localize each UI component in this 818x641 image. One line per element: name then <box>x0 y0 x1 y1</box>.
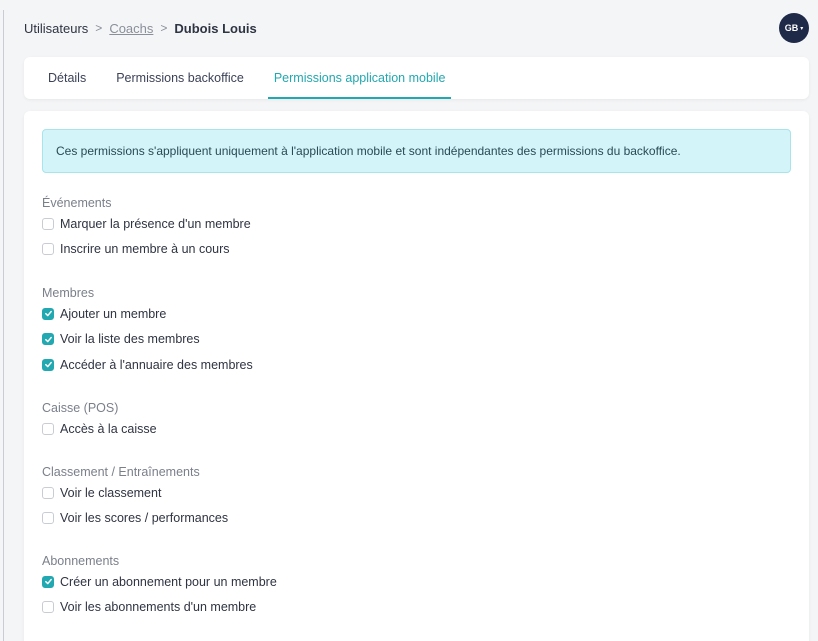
info-notice-text: Ces permissions s'appliquent uniquement … <box>56 144 681 158</box>
section-title: Caisse (POS) <box>42 401 119 415</box>
permission-label: Ajouter un membre <box>60 306 167 321</box>
permission-item[interactable]: Voir les scores / performances <box>42 506 228 532</box>
permission-item[interactable]: Marquer la présence d'un membre <box>42 211 251 237</box>
permission-item[interactable]: Accès à la caisse <box>42 416 157 442</box>
breadcrumb-current: Dubois Louis <box>174 20 257 36</box>
permission-checkbox[interactable] <box>42 217 54 230</box>
section-title: Abonnements <box>42 554 120 568</box>
user-avatar-menu[interactable]: GB ▾ <box>779 13 809 43</box>
check-icon <box>44 579 52 585</box>
permissions-panel: Ces permissions s'appliquent uniquement … <box>24 111 809 641</box>
permission-checkbox[interactable] <box>42 307 54 320</box>
permission-label: Voir les scores / performances <box>60 511 229 526</box>
permission-label: Voir la liste des membres <box>60 332 200 347</box>
tab-bar: Détails Permissions backoffice Permissio… <box>24 57 809 99</box>
breadcrumb-coachs-link[interactable]: Coachs <box>109 21 153 36</box>
header: Utilisateurs > Coachs > Dubois Louis GB … <box>24 0 818 56</box>
avatar-initials: GB <box>784 23 799 33</box>
permission-item[interactable]: Créer un abonnement pour un membre <box>42 569 277 595</box>
left-divider <box>3 10 4 641</box>
permission-label: Accès à la caisse <box>60 421 157 436</box>
permission-checkbox[interactable] <box>42 512 54 525</box>
section-title: Classement / Entraînements <box>42 465 200 479</box>
permission-checkbox[interactable] <box>42 422 54 435</box>
permission-item[interactable]: Voir les abonnements d'un membre <box>42 595 277 621</box>
section-abonnements: Abonnements Créer un abonnement pour un … <box>42 553 277 620</box>
permission-label: Voir les abonnements d'un membre <box>60 600 257 615</box>
chevron-down-icon: ▾ <box>800 25 804 32</box>
tab-permissions-backoffice[interactable]: Permissions backoffice <box>110 57 250 99</box>
section-title: Membres <box>42 286 95 300</box>
section-membres: Membres Ajouter un membre Voir la liste … <box>42 285 253 378</box>
permission-checkbox[interactable] <box>42 358 54 371</box>
permission-checkbox[interactable] <box>42 601 54 614</box>
check-icon <box>44 311 52 317</box>
permission-checkbox[interactable] <box>42 575 54 588</box>
permission-label: Voir le classement <box>60 485 162 500</box>
permission-item[interactable]: Inscrire un membre à un cours <box>42 237 251 263</box>
check-icon <box>44 336 52 343</box>
permission-label: Inscrire un membre à un cours <box>60 242 230 257</box>
breadcrumb-separator: > <box>160 21 168 35</box>
section-caisse: Caisse (POS) Accès à la caisse <box>42 400 157 442</box>
permission-label: Marquer la présence d'un membre <box>60 216 251 231</box>
breadcrumb-separator: > <box>95 21 103 35</box>
permission-item[interactable]: Ajouter un membre <box>42 301 253 327</box>
breadcrumb: Utilisateurs > Coachs > Dubois Louis <box>24 21 257 36</box>
tab-details[interactable]: Détails <box>42 57 92 99</box>
permission-item[interactable]: Voir la liste des membres <box>42 327 253 353</box>
info-notice: Ces permissions s'appliquent uniquement … <box>42 129 791 173</box>
permission-item[interactable]: Accéder à l'annuaire des membres <box>42 352 253 378</box>
section-classement: Classement / Entraînements Voir le class… <box>42 464 228 531</box>
section-title: Événements <box>42 196 112 210</box>
section-evenements: Événements Marquer la présence d'un memb… <box>42 195 251 262</box>
permission-label: Accéder à l'annuaire des membres <box>60 357 253 372</box>
check-icon <box>44 362 52 368</box>
permission-checkbox[interactable] <box>42 486 54 499</box>
breadcrumb-root[interactable]: Utilisateurs <box>24 21 88 36</box>
permission-item[interactable]: Voir le classement <box>42 480 228 506</box>
permission-checkbox[interactable] <box>42 243 54 256</box>
tab-permissions-mobile[interactable]: Permissions application mobile <box>267 57 452 99</box>
permission-label: Créer un abonnement pour un membre <box>60 574 277 589</box>
permission-checkbox[interactable] <box>42 333 54 346</box>
